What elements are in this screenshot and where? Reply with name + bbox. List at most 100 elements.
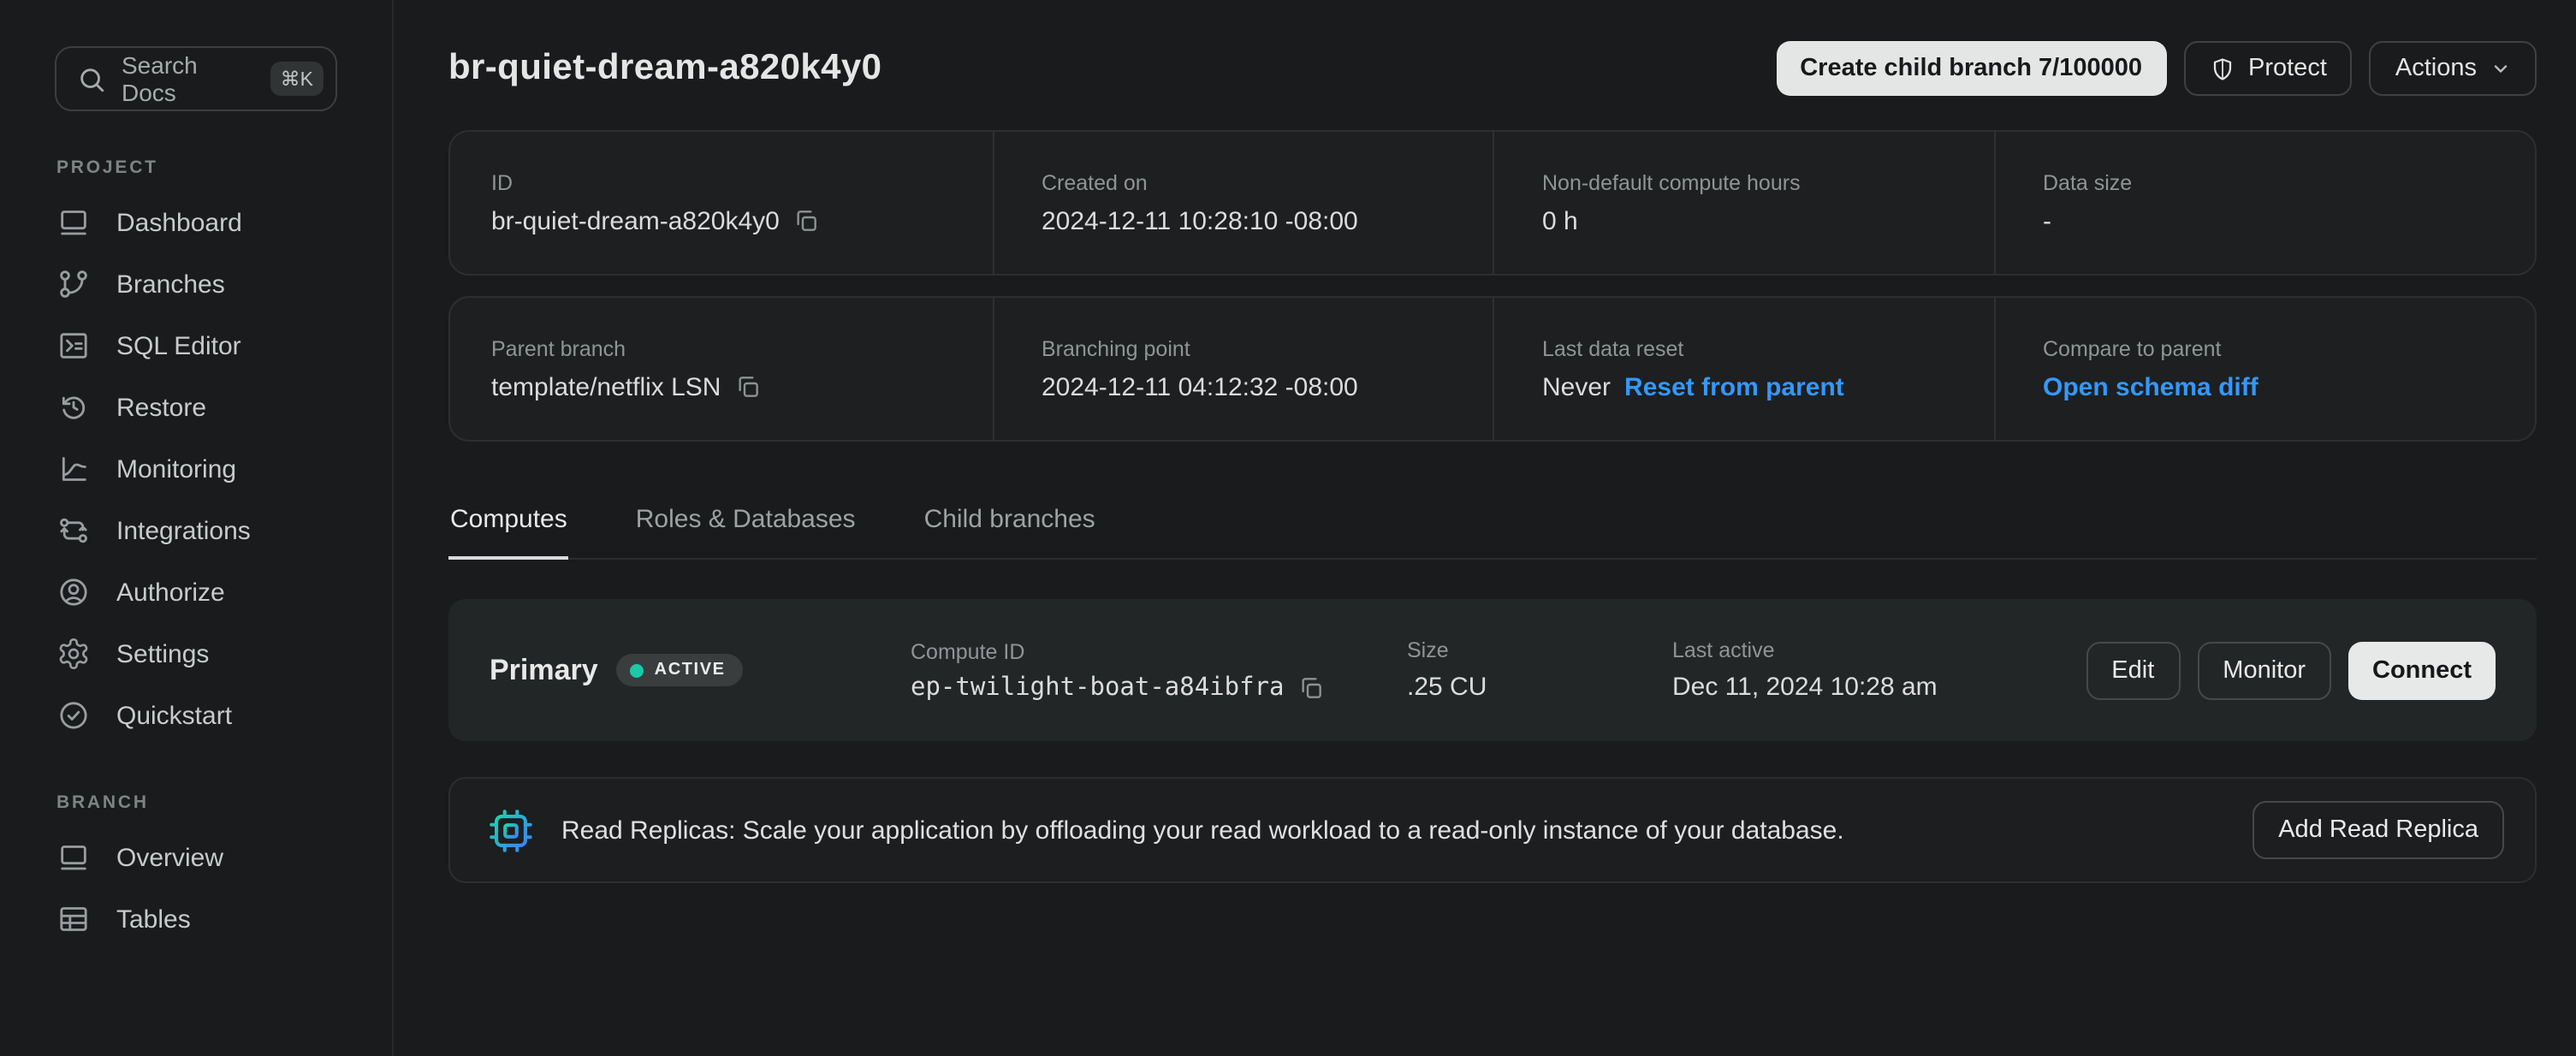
branches-icon bbox=[56, 267, 91, 301]
overview-icon bbox=[56, 840, 91, 875]
sidebar-item-restore[interactable]: Restore bbox=[0, 377, 392, 438]
sidebar-item-overview[interactable]: Overview bbox=[0, 827, 392, 888]
open-schema-diff-link[interactable]: Open schema diff bbox=[2043, 372, 2258, 401]
edit-button[interactable]: Edit bbox=[2086, 641, 2180, 699]
integrations-icon bbox=[56, 513, 91, 548]
check-circle-icon bbox=[56, 698, 91, 733]
sidebar-item-tables[interactable]: Tables bbox=[0, 888, 392, 950]
sidebar-item-label: Monitoring bbox=[116, 454, 236, 484]
sidebar-item-label: Settings bbox=[116, 639, 209, 668]
last-active-value: Dec 11, 2024 10:28 am bbox=[1672, 673, 2086, 702]
primary-compute-row: Primary ACTIVE Compute ID ep-twilight-bo… bbox=[448, 599, 2537, 741]
detail-label: Parent branch bbox=[491, 336, 992, 360]
sidebar-item-label: Tables bbox=[116, 905, 191, 934]
section-label-project: PROJECT bbox=[56, 157, 392, 178]
copy-icon[interactable] bbox=[793, 207, 821, 234]
tab-child-branches[interactable]: Child branches bbox=[923, 505, 1097, 560]
branch-details-card: ID br-quiet-dream-a820k4y0 Created on 20… bbox=[448, 130, 2537, 276]
status-badge: ACTIVE bbox=[617, 654, 743, 686]
active-status-dot bbox=[631, 663, 644, 677]
sidebar-item-branches[interactable]: Branches bbox=[0, 253, 392, 315]
detail-label: Last data reset bbox=[1542, 336, 1993, 360]
search-docs-button[interactable]: Search Docs ⌘K bbox=[55, 46, 337, 111]
sidebar-item-monitoring[interactable]: Monitoring bbox=[0, 438, 392, 500]
reset-from-parent-link[interactable]: Reset from parent bbox=[1624, 372, 1844, 401]
sidebar-item-sql-editor[interactable]: SQL Editor bbox=[0, 315, 392, 377]
copy-icon[interactable] bbox=[1298, 673, 1326, 701]
last-active-block: Last active Dec 11, 2024 10:28 am bbox=[1672, 638, 2086, 702]
actions-label: Actions bbox=[2395, 55, 2477, 82]
sql-editor-icon bbox=[56, 329, 91, 363]
tab-computes[interactable]: Computes bbox=[448, 505, 569, 560]
add-read-replica-button[interactable]: Add Read Replica bbox=[2253, 801, 2504, 859]
restore-history-icon bbox=[56, 390, 91, 424]
sidebar-item-label: SQL Editor bbox=[116, 331, 241, 360]
compute-name-block: Primary ACTIVE bbox=[490, 653, 911, 687]
sidebar-item-settings[interactable]: Settings bbox=[0, 623, 392, 685]
compute-id-label: Compute ID bbox=[911, 639, 1407, 663]
sidebar-item-label: Integrations bbox=[116, 516, 251, 545]
search-shortcut-badge: ⌘K bbox=[270, 62, 323, 96]
status-badge-label: ACTIVE bbox=[655, 661, 726, 679]
data-size-value: - bbox=[2043, 206, 2494, 235]
sidebar-item-integrations[interactable]: Integrations bbox=[0, 500, 392, 561]
protect-button[interactable]: Protect bbox=[2183, 41, 2353, 96]
detail-id: ID br-quiet-dream-a820k4y0 bbox=[491, 132, 992, 274]
detail-parent-branch: Parent branch template/netflix LSN bbox=[491, 298, 992, 440]
sidebar-item-dashboard[interactable]: Dashboard bbox=[0, 192, 392, 253]
search-label: Search Docs bbox=[122, 51, 255, 106]
connect-button[interactable]: Connect bbox=[2348, 641, 2496, 699]
user-circle-icon bbox=[56, 575, 91, 609]
replica-banner-message: Read Replicas: Scale your application by… bbox=[561, 816, 1844, 845]
section-label-branch: BRANCH bbox=[56, 792, 392, 813]
branch-id-value: br-quiet-dream-a820k4y0 bbox=[491, 206, 780, 235]
sidebar-item-label: Overview bbox=[116, 843, 223, 872]
detail-label: Created on bbox=[1042, 170, 1493, 194]
branching-point-value: 2024-12-11 04:12:32 -08:00 bbox=[1042, 372, 1493, 401]
sidebar-item-label: Branches bbox=[116, 270, 225, 299]
compute-size-block: Size .25 CU bbox=[1407, 638, 1672, 702]
app-window: Search Docs ⌘K PROJECT Dashboard Branche… bbox=[0, 0, 2576, 1056]
read-replica-banner: Read Replicas: Scale your application by… bbox=[448, 777, 2537, 883]
detail-label: ID bbox=[491, 170, 992, 194]
monitoring-chart-icon bbox=[56, 452, 91, 486]
detail-label: Compare to parent bbox=[2043, 336, 2494, 360]
sidebar-item-quickstart[interactable]: Quickstart bbox=[0, 685, 392, 746]
shield-icon bbox=[2209, 56, 2235, 81]
protect-label: Protect bbox=[2248, 55, 2327, 82]
main-content: br-quiet-dream-a820k4y0 Create child bra… bbox=[394, 0, 2576, 1056]
detail-label: Branching point bbox=[1042, 336, 1493, 360]
copy-icon[interactable] bbox=[734, 373, 762, 400]
compute-hours-value: 0 h bbox=[1542, 206, 1993, 235]
compute-buttons: Edit Monitor Connect bbox=[2086, 641, 2496, 699]
chip-icon bbox=[486, 805, 536, 855]
dashboard-icon bbox=[56, 205, 91, 240]
sidebar-item-authorize[interactable]: Authorize bbox=[0, 561, 392, 623]
detail-label: Non-default compute hours bbox=[1542, 170, 1993, 194]
tab-roles-databases[interactable]: Roles & Databases bbox=[634, 505, 858, 560]
page-title: br-quiet-dream-a820k4y0 bbox=[448, 48, 881, 89]
create-child-branch-button[interactable]: Create child branch 7/100000 bbox=[1776, 41, 2166, 96]
actions-menu-button[interactable]: Actions bbox=[2370, 41, 2537, 96]
search-icon bbox=[77, 64, 106, 93]
sidebar-item-label: Quickstart bbox=[116, 701, 232, 730]
chevron-down-icon bbox=[2490, 58, 2511, 79]
size-label: Size bbox=[1407, 638, 1672, 662]
last-reset-value: Never bbox=[1542, 372, 1611, 401]
monitor-button[interactable]: Monitor bbox=[2197, 641, 2331, 699]
branch-tabs: Computes Roles & Databases Child branche… bbox=[448, 505, 2537, 560]
compute-id-value: ep-twilight-boat-a84ibfra bbox=[911, 673, 1285, 701]
size-value: .25 CU bbox=[1407, 673, 1672, 702]
sidebar-item-label: Authorize bbox=[116, 578, 225, 607]
compute-id-block: Compute ID ep-twilight-boat-a84ibfra bbox=[911, 639, 1407, 701]
page-header: br-quiet-dream-a820k4y0 Create child bra… bbox=[448, 41, 2537, 96]
detail-label: Data size bbox=[2043, 170, 2494, 194]
detail-branching-point: Branching point 2024-12-11 04:12:32 -08:… bbox=[992, 298, 1493, 440]
header-actions: Create child branch 7/100000 Protect Act… bbox=[1776, 41, 2537, 96]
table-icon bbox=[56, 902, 91, 936]
sidebar-item-label: Restore bbox=[116, 393, 206, 422]
last-active-label: Last active bbox=[1672, 638, 2086, 662]
sidebar: Search Docs ⌘K PROJECT Dashboard Branche… bbox=[0, 0, 394, 1056]
sidebar-item-label: Dashboard bbox=[116, 208, 242, 237]
parent-details-card: Parent branch template/netflix LSN Branc… bbox=[448, 296, 2537, 442]
